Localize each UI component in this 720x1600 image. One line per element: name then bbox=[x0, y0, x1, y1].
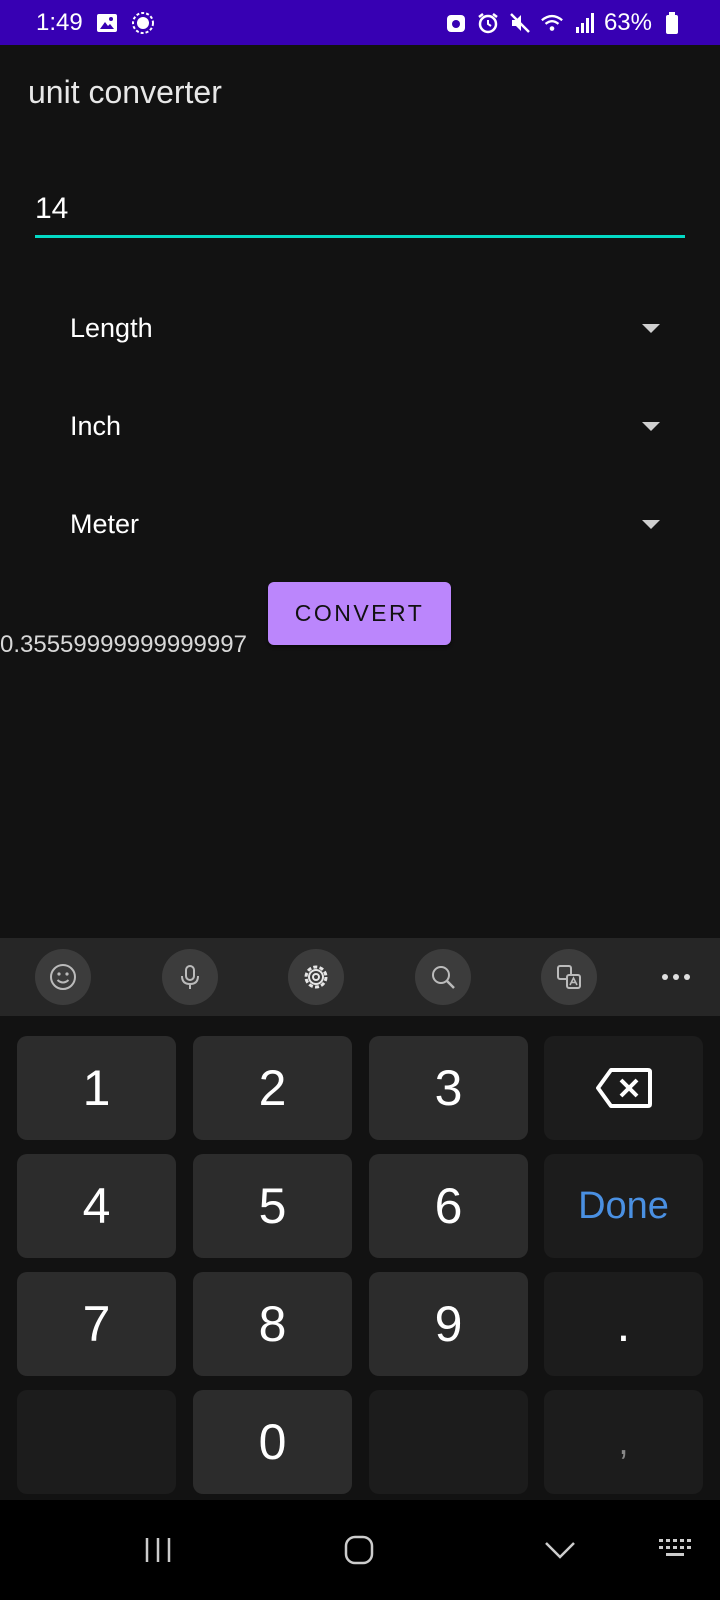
key-4[interactable]: 4 bbox=[17, 1154, 176, 1258]
signal-app-icon bbox=[131, 11, 155, 35]
key-3[interactable]: 3 bbox=[369, 1036, 528, 1140]
search-icon[interactable] bbox=[415, 949, 471, 1005]
alarm-icon bbox=[476, 11, 500, 35]
key-5[interactable]: 5 bbox=[193, 1154, 352, 1258]
image-icon bbox=[95, 11, 119, 35]
done-key[interactable]: Done bbox=[544, 1154, 703, 1258]
key-6[interactable]: 6 bbox=[369, 1154, 528, 1258]
key-7[interactable]: 7 bbox=[17, 1272, 176, 1376]
battery-icon bbox=[660, 11, 684, 35]
dropdown-arrow-icon bbox=[642, 520, 660, 529]
value-input-field[interactable] bbox=[35, 182, 685, 238]
home-icon[interactable] bbox=[319, 1500, 399, 1600]
keyboard-toolbar bbox=[0, 938, 720, 1016]
blank-key bbox=[17, 1390, 176, 1494]
status-bar: 1:49 63% bbox=[0, 0, 720, 45]
recents-icon[interactable] bbox=[118, 1500, 198, 1600]
key-9[interactable]: 9 bbox=[369, 1272, 528, 1376]
key-2[interactable]: 2 bbox=[193, 1036, 352, 1140]
from-unit-spinner[interactable]: Inch bbox=[70, 396, 670, 456]
category-spinner[interactable]: Length bbox=[70, 298, 670, 358]
backspace-icon bbox=[595, 1068, 652, 1108]
battery-percent: 63% bbox=[603, 8, 652, 36]
accessibility-icon bbox=[444, 11, 468, 35]
settings-icon[interactable] bbox=[288, 949, 344, 1005]
category-spinner-label: Length bbox=[70, 312, 153, 343]
backspace-key[interactable] bbox=[544, 1036, 703, 1140]
key-8[interactable]: 8 bbox=[193, 1272, 352, 1376]
dropdown-arrow-icon bbox=[642, 422, 660, 431]
convert-button[interactable]: CONVERT bbox=[268, 582, 451, 645]
dropdown-arrow-icon bbox=[642, 324, 660, 333]
from-unit-spinner-label: Inch bbox=[70, 410, 122, 441]
app-title: unit converter bbox=[28, 74, 222, 110]
result-text: 0.35559999999999997 bbox=[0, 631, 247, 658]
to-unit-spinner-label: Meter bbox=[70, 508, 140, 539]
keyboard-switch-icon[interactable] bbox=[640, 1500, 710, 1600]
blank-key bbox=[369, 1390, 528, 1494]
back-icon[interactable] bbox=[520, 1500, 600, 1600]
key-0[interactable]: 0 bbox=[193, 1390, 352, 1494]
cell-signal-icon bbox=[572, 11, 596, 35]
period-key[interactable]: . bbox=[544, 1272, 703, 1376]
more-icon[interactable] bbox=[648, 949, 704, 1005]
microphone-icon[interactable] bbox=[162, 949, 218, 1005]
emoji-icon[interactable] bbox=[35, 949, 91, 1005]
navigation-bar bbox=[0, 1500, 720, 1600]
translate-icon[interactable] bbox=[541, 949, 597, 1005]
key-1[interactable]: 1 bbox=[17, 1036, 176, 1140]
wifi-icon bbox=[540, 11, 564, 35]
mute-icon bbox=[508, 11, 532, 35]
comma-key[interactable]: , bbox=[544, 1390, 703, 1494]
to-unit-spinner[interactable]: Meter bbox=[70, 494, 670, 554]
status-time: 1:49 bbox=[36, 8, 83, 36]
value-input[interactable] bbox=[35, 182, 685, 235]
